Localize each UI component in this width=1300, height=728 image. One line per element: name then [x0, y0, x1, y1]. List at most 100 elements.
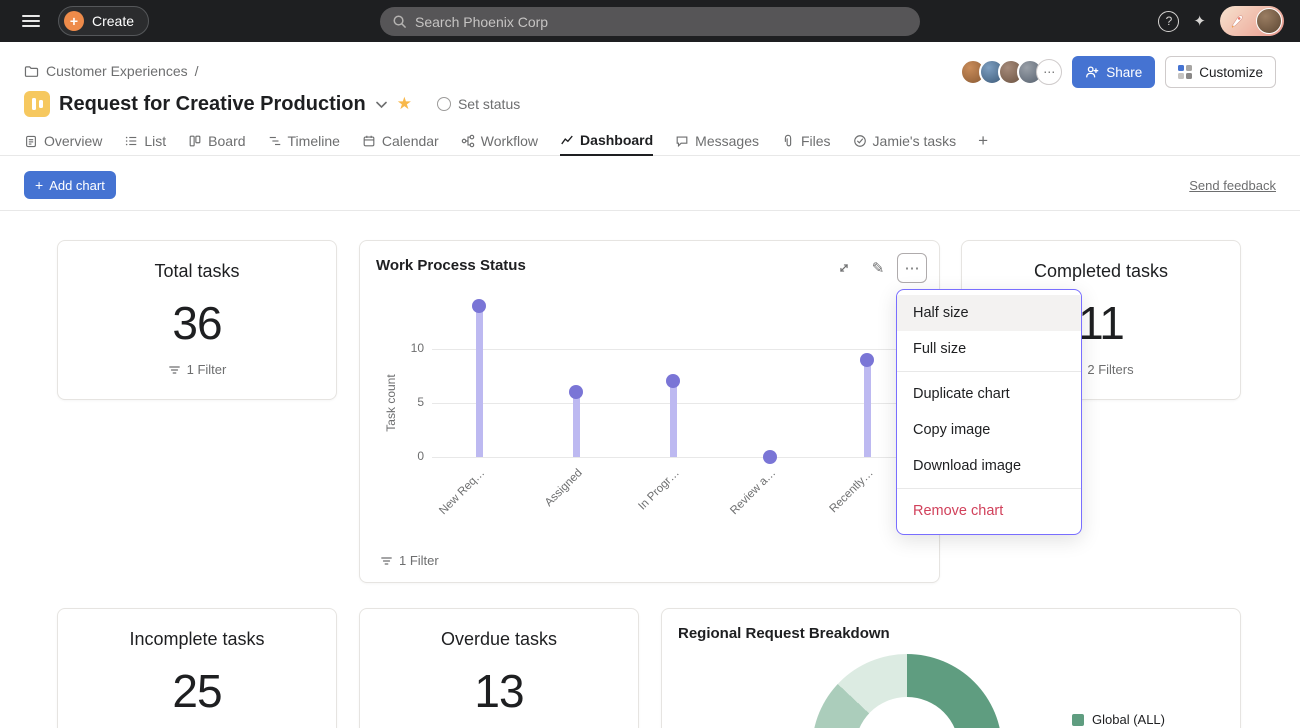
tabs-row: Overview List Board Timeline Calendar Wo…	[0, 126, 1300, 156]
x-category-label: Review a…	[728, 467, 778, 517]
card-title: Incomplete tasks	[58, 629, 336, 650]
plus-icon: +	[35, 177, 43, 193]
set-status-button[interactable]: Set status	[437, 96, 520, 112]
add-tab-button[interactable]: +	[978, 131, 988, 151]
incomplete-tasks-card: Incomplete tasks 25	[57, 608, 337, 728]
tab-jamies-tasks[interactable]: Jamie's tasks	[853, 126, 957, 156]
add-chart-label: Add chart	[49, 178, 105, 193]
overdue-tasks-value: 13	[360, 664, 638, 718]
chart-legend: Global (ALL)	[1072, 712, 1165, 727]
tab-timeline[interactable]: Timeline	[268, 126, 340, 156]
breadcrumb-link[interactable]: Customer Experiences	[46, 63, 188, 79]
tab-label: Workflow	[481, 133, 538, 149]
page: + Create ? ✦ Customer Experiences /	[0, 0, 1300, 728]
filter-label: 1 Filter	[399, 553, 439, 568]
create-button[interactable]: + Create	[58, 6, 149, 36]
create-button-label: Create	[92, 13, 134, 29]
tab-label: Overview	[44, 133, 102, 149]
legend-swatch	[1072, 714, 1084, 726]
profile-pill[interactable]	[1220, 6, 1284, 36]
filter-icon	[168, 364, 181, 376]
card-title: Completed tasks	[962, 261, 1240, 282]
x-category-label: New Req…	[437, 467, 487, 517]
tab-label: Files	[801, 133, 831, 149]
ellipsis-icon: ⋯	[905, 259, 920, 277]
menu-item-full-size[interactable]: Full size	[897, 331, 1081, 367]
tab-files[interactable]: Files	[781, 126, 831, 156]
incomplete-tasks-value: 25	[58, 664, 336, 718]
plus-icon: +	[64, 11, 84, 31]
tab-workflow[interactable]: Workflow	[461, 126, 538, 156]
menu-separator	[897, 488, 1081, 489]
ai-sparkle-icon[interactable]: ✦	[1193, 12, 1206, 30]
menu-item-half-size[interactable]: Half size	[897, 295, 1081, 331]
lollipop-dot	[666, 374, 680, 388]
y-tick-label: 10	[398, 341, 424, 355]
filter-indicator[interactable]: 1 Filter	[58, 362, 336, 377]
paperclip-icon	[781, 134, 795, 148]
menu-item-duplicate-chart[interactable]: Duplicate chart	[897, 376, 1081, 412]
y-axis-label: Task count	[384, 374, 398, 431]
rocket-illustration	[1229, 13, 1245, 29]
tab-calendar[interactable]: Calendar	[362, 126, 439, 156]
add-chart-button[interactable]: + Add chart	[24, 171, 116, 199]
tab-label: List	[144, 133, 166, 149]
check-circle-icon	[853, 134, 867, 148]
menu-item-remove-chart[interactable]: Remove chart	[897, 493, 1081, 529]
user-avatar	[1256, 8, 1282, 34]
lollipop-stem	[864, 360, 871, 457]
chart-title: Regional Request Breakdown	[678, 625, 890, 642]
lollipop-stem	[573, 392, 580, 457]
page-title: Request for Creative Production	[59, 93, 366, 116]
menu-item-download-image[interactable]: Download image	[897, 448, 1081, 484]
global-search[interactable]	[380, 7, 920, 36]
tab-list[interactable]: List	[124, 126, 166, 156]
customize-button[interactable]: Customize	[1165, 56, 1276, 88]
gridline	[432, 403, 902, 404]
calendar-icon	[362, 134, 376, 148]
title-row: Request for Creative Production ★ Set st…	[24, 88, 520, 120]
lollipop-stem	[670, 381, 677, 457]
total-tasks-card: Total tasks 36 1 Filter	[57, 240, 337, 400]
member-avatars: ⋯	[960, 59, 1062, 85]
send-feedback-link[interactable]: Send feedback	[1189, 178, 1276, 193]
project-icon[interactable]	[24, 91, 50, 117]
lollipop-dot	[569, 385, 583, 399]
total-tasks-value: 36	[58, 296, 336, 350]
dashboard-icon	[560, 133, 574, 147]
board-icon	[188, 134, 202, 148]
gridline	[432, 457, 902, 458]
menu-separator	[897, 371, 1081, 372]
set-status-label: Set status	[458, 96, 520, 112]
gridline	[432, 349, 902, 350]
filter-indicator[interactable]: 1 Filter	[380, 553, 439, 568]
tab-board[interactable]: Board	[188, 126, 245, 156]
y-tick-label: 5	[398, 395, 424, 409]
chat-icon	[675, 134, 689, 148]
card-title: Overdue tasks	[360, 629, 638, 650]
work-process-chart-card: Work Process Status ✎ ⋯ Task count 1050N…	[359, 240, 940, 583]
share-button[interactable]: Share	[1072, 56, 1155, 88]
tab-label: Messages	[695, 133, 759, 149]
menu-icon[interactable]	[22, 15, 40, 27]
customize-grid-icon	[1178, 65, 1192, 79]
lollipop-stem	[476, 306, 483, 457]
search-input[interactable]	[415, 14, 908, 30]
more-members-button[interactable]: ⋯	[1036, 59, 1062, 85]
share-button-label: Share	[1106, 65, 1142, 80]
help-icon[interactable]: ?	[1158, 11, 1179, 32]
breadcrumb: Customer Experiences /	[24, 63, 199, 79]
favorite-star-icon[interactable]: ★	[397, 94, 412, 114]
folder-icon	[24, 65, 39, 78]
tab-dashboard[interactable]: Dashboard	[560, 126, 653, 156]
tab-overview[interactable]: Overview	[24, 126, 102, 156]
menu-item-copy-image[interactable]: Copy image	[897, 412, 1081, 448]
tab-messages[interactable]: Messages	[675, 126, 759, 156]
tab-label: Dashboard	[580, 132, 653, 148]
filter-label: 2 Filters	[1087, 362, 1133, 377]
tab-label: Timeline	[288, 133, 340, 149]
chevron-down-icon[interactable]	[375, 100, 388, 109]
overview-icon	[24, 134, 38, 148]
list-icon	[124, 134, 138, 148]
regional-breakdown-card: Regional Request Breakdown Global (ALL)	[661, 608, 1241, 728]
